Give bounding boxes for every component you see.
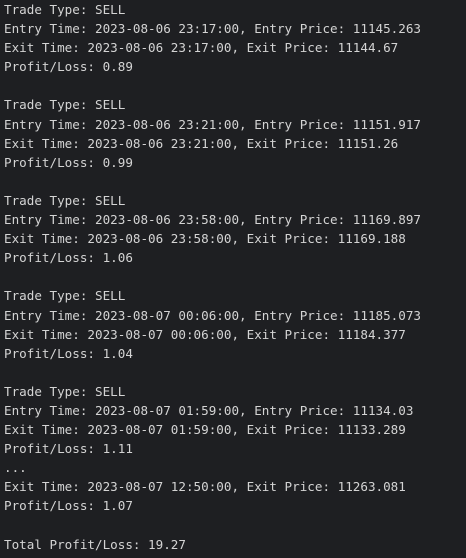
profit-loss-line: Profit/Loss: 1.07 <box>4 498 133 514</box>
profit-loss-line: Profit/Loss: 0.89 <box>4 59 133 75</box>
trade-type-line: Trade Type: SELL <box>4 97 126 113</box>
profit-loss-line: Profit/Loss: 1.04 <box>4 345 133 361</box>
exit-line: Exit Time: 2023-08-07 12:50:00, Exit Pri… <box>4 479 406 495</box>
entry-line: Entry Time: 2023-08-06 23:21:00, Entry P… <box>4 116 422 132</box>
entry-line: Entry Time: 2023-08-07 00:06:00, Entry P… <box>4 307 422 323</box>
entry-line: Entry Time: 2023-08-07 01:59:00, Entry P… <box>4 402 414 418</box>
entry-line: Entry Time: 2023-08-06 23:17:00, Entry P… <box>4 21 422 37</box>
profit-loss-line: Profit/Loss: 0.99 <box>4 154 133 170</box>
profit-loss-line: Profit/Loss: 1.11 <box>4 441 133 457</box>
exit-line: Exit Time: 2023-08-07 01:59:00, Exit Pri… <box>4 422 406 438</box>
exit-line: Exit Time: 2023-08-07 00:06:00, Exit Pri… <box>4 326 406 342</box>
ellipsis-line: ... <box>4 460 27 476</box>
trade-type-line: Trade Type: SELL <box>4 2 126 17</box>
total-profit-loss-line: Total Profit/Loss: 19.27 <box>4 536 186 552</box>
trade-type-line: Trade Type: SELL <box>4 192 126 208</box>
exit-line: Exit Time: 2023-08-06 23:21:00, Exit Pri… <box>4 135 399 151</box>
profit-loss-line: Profit/Loss: 1.06 <box>4 250 133 266</box>
exit-line: Exit Time: 2023-08-06 23:17:00, Exit Pri… <box>4 40 399 56</box>
console-output: Trade Type: SELL Entry Time: 2023-08-06 … <box>0 0 466 558</box>
trade-type-line: Trade Type: SELL <box>4 288 126 304</box>
entry-line: Entry Time: 2023-08-06 23:58:00, Entry P… <box>4 212 422 228</box>
trade-type-line: Trade Type: SELL <box>4 383 126 399</box>
exit-line: Exit Time: 2023-08-06 23:58:00, Exit Pri… <box>4 231 406 247</box>
